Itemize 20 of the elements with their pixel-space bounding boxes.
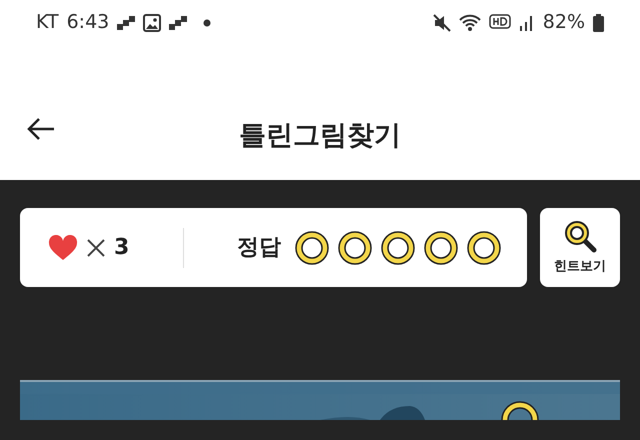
- mute-icon: [432, 14, 451, 32]
- hint-button[interactable]: 힌트보기: [540, 208, 620, 287]
- battery-percent: 82%: [542, 10, 585, 36]
- multiply-icon: [86, 238, 106, 258]
- answer-label: 정답: [237, 234, 281, 262]
- hd-icon: [488, 14, 511, 32]
- dot-icon: [203, 18, 212, 26]
- image-icon: [143, 14, 162, 32]
- magnifier-icon: [563, 218, 597, 253]
- page-title: 틀린그림찾기: [239, 118, 401, 152]
- clock-text: 6:43: [66, 10, 110, 36]
- notification-icon: [169, 16, 188, 30]
- lives-count: 3: [114, 234, 130, 262]
- back-icon[interactable]: [26, 117, 56, 141]
- carrier-text: KT: [36, 10, 59, 36]
- wifi-icon: [458, 14, 481, 32]
- heart-icon: [48, 234, 78, 260]
- notification-icon: [117, 16, 136, 30]
- signal-icon: [518, 14, 535, 32]
- battery-icon: [593, 14, 604, 32]
